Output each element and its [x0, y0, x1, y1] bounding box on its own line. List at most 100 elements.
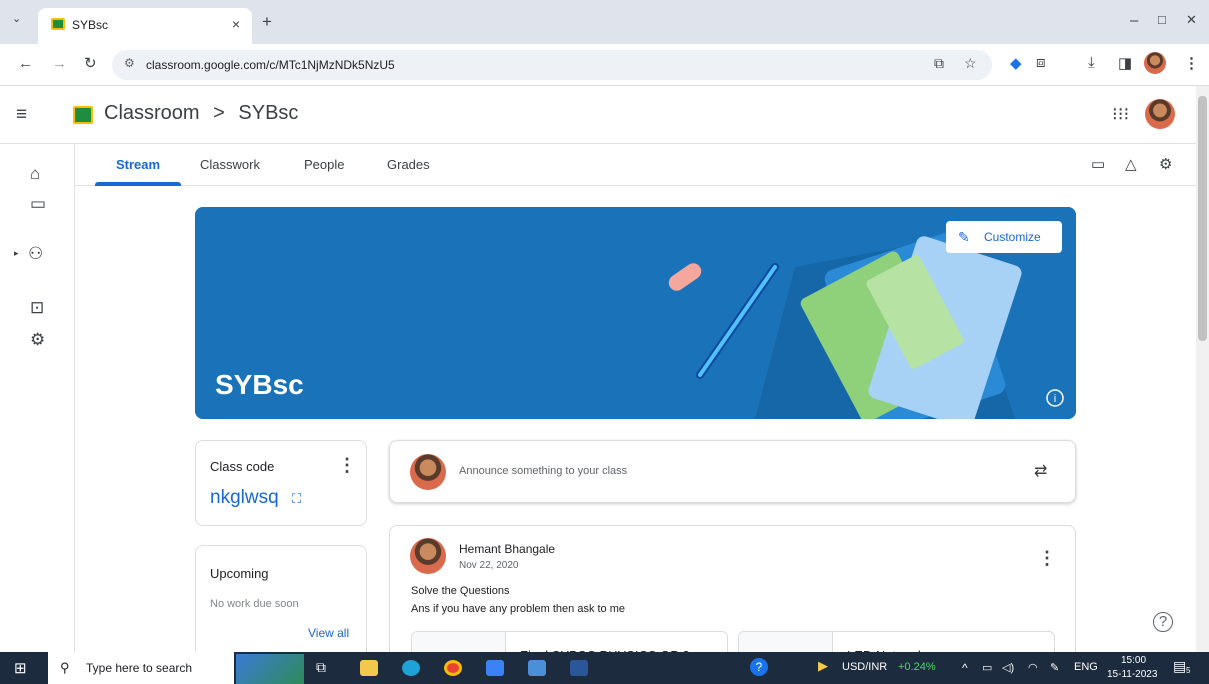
- ticker-label[interactable]: USD/INR: [842, 661, 887, 673]
- search-icon: ⚲: [60, 660, 70, 675]
- help-app-icon[interactable]: ?: [750, 658, 768, 676]
- customize-button[interactable]: ✎ Customize: [946, 221, 1062, 253]
- downloads-icon[interactable]: ⤓: [1088, 54, 1095, 71]
- battery-icon[interactable]: ▭: [982, 661, 992, 674]
- reload-icon[interactable]: ↻: [84, 54, 97, 72]
- post-card: Hemant Bhangale Nov 22, 2020 ⋮ Solve the…: [389, 525, 1076, 667]
- class-banner: i ✎ Customize SYBsc: [195, 207, 1076, 419]
- upcoming-title: Upcoming: [210, 566, 269, 581]
- class-code-label: Class code: [210, 459, 275, 474]
- clock-time[interactable]: 15:00: [1121, 655, 1146, 666]
- breadcrumb: Classroom > SYBsc: [104, 102, 298, 125]
- breadcrumb-classroom[interactable]: Classroom: [104, 102, 200, 124]
- apps-grid-icon[interactable]: ⁝⁝⁝: [1112, 104, 1129, 125]
- edge-icon[interactable]: [402, 660, 420, 676]
- wifi-icon[interactable]: ◠: [1028, 661, 1038, 674]
- address-bar[interactable]: ⚙ classroom.google.com/c/MTc1NjMzNDk5NzU…: [112, 50, 992, 80]
- view-all-link[interactable]: View all: [308, 626, 349, 640]
- post-line-1: Solve the Questions: [411, 585, 510, 597]
- tab-search-chevron-icon[interactable]: ⌄: [12, 12, 21, 25]
- classroom-logo-icon[interactable]: [73, 106, 93, 124]
- repost-icon[interactable]: ⇄: [1034, 461, 1047, 481]
- show-hidden-icons-icon[interactable]: ^: [962, 661, 968, 675]
- post-author-avatar: [410, 538, 446, 574]
- install-app-icon[interactable]: ⧉: [934, 55, 944, 72]
- file-explorer-icon[interactable]: [360, 660, 378, 676]
- maximize-button[interactable]: □: [1158, 12, 1166, 27]
- profile-avatar[interactable]: [1144, 52, 1166, 74]
- announce-avatar: [410, 454, 446, 490]
- pen-icon[interactable]: ✎: [1050, 661, 1059, 674]
- announce-placeholder[interactable]: Announce something to your class: [459, 465, 627, 477]
- breadcrumb-separator: >: [213, 102, 225, 124]
- classroom-favicon-icon: [51, 18, 65, 30]
- word-icon[interactable]: [570, 660, 588, 676]
- expand-arrow-icon[interactable]: ▸: [14, 248, 19, 259]
- site-settings-icon[interactable]: ⚙: [124, 56, 135, 70]
- tab-people[interactable]: People: [304, 157, 344, 172]
- home-icon[interactable]: ⌂: [30, 164, 40, 184]
- enrolled-people-icon[interactable]: ⚇: [28, 244, 43, 264]
- left-navigation-rail: ⌂ ▭ ▸ ⚇ ⊡ ⚙: [0, 144, 75, 652]
- post-menu-icon[interactable]: ⋮: [1038, 548, 1056, 569]
- page-scrollbar[interactable]: [1196, 86, 1209, 652]
- banner-illustration: i: [195, 207, 1076, 419]
- notifications-icon[interactable]: ▤: [1173, 658, 1186, 675]
- side-panel-icon[interactable]: ◨: [1118, 54, 1132, 72]
- google-drive-icon[interactable]: △: [1125, 155, 1137, 173]
- taskbar-search-box[interactable]: ⚲ Type here to search: [48, 652, 234, 684]
- account-avatar[interactable]: [1145, 99, 1175, 129]
- browser-toolbar: ← → ↻ ⚙ classroom.google.com/c/MTc1NjMzN…: [0, 44, 1209, 86]
- volume-icon[interactable]: ◁): [1002, 661, 1014, 674]
- tab-close-icon[interactable]: ×: [232, 16, 240, 32]
- ticker-change: +0.24%: [898, 661, 936, 673]
- fullscreen-code-icon[interactable]: ⛶: [292, 491, 301, 507]
- post-date: Nov 22, 2020: [459, 560, 519, 571]
- task-view-icon[interactable]: ⧉: [316, 659, 326, 676]
- ticker-icon: ▶: [818, 658, 828, 673]
- notification-count: 5: [1186, 666, 1191, 675]
- active-tab-indicator: [95, 182, 181, 186]
- archive-icon[interactable]: ⊡: [30, 298, 44, 318]
- app-icon[interactable]: [528, 660, 546, 676]
- search-highlight-image: [236, 654, 304, 684]
- class-code-card: Class code ⋮ nkglwsq ⛶: [195, 440, 367, 526]
- extension-diamond-icon[interactable]: ◆: [1010, 54, 1022, 72]
- taskbar-search-placeholder: Type here to search: [86, 661, 193, 675]
- google-calendar-icon[interactable]: ▭: [1091, 155, 1105, 173]
- minimize-button[interactable]: –: [1130, 12, 1138, 29]
- breadcrumb-class: SYBsc: [238, 102, 299, 124]
- tab-classwork[interactable]: Classwork: [200, 157, 260, 172]
- class-code-value[interactable]: nkglwsq: [210, 487, 279, 509]
- tab-grades[interactable]: Grades: [387, 157, 430, 172]
- settings-gear-icon[interactable]: ⚙: [30, 330, 45, 350]
- clock-date[interactable]: 15-11-2023: [1107, 669, 1157, 680]
- class-settings-icon[interactable]: ⚙: [1159, 155, 1172, 173]
- forward-arrow-icon[interactable]: →: [52, 55, 67, 72]
- chrome-icon[interactable]: [444, 660, 462, 676]
- bookmark-star-icon[interactable]: ☆: [964, 55, 977, 72]
- browser-tab-sybsc[interactable]: SYBsc ×: [38, 8, 252, 44]
- address-url: classroom.google.com/c/MTc1NjMzNDk5NzU5: [146, 58, 395, 72]
- store-icon[interactable]: [486, 660, 504, 676]
- calendar-icon[interactable]: ▭: [30, 194, 46, 214]
- main-menu-icon[interactable]: ≡: [16, 104, 27, 126]
- new-tab-button[interactable]: +: [262, 12, 272, 32]
- browser-menu-icon[interactable]: ⋮: [1184, 54, 1199, 72]
- announce-card[interactable]: Announce something to your class ⇄: [389, 440, 1076, 503]
- windows-start-icon[interactable]: ⊞: [14, 659, 27, 677]
- language-indicator[interactable]: ENG: [1074, 661, 1098, 673]
- extensions-puzzle-icon[interactable]: ⧈: [1036, 54, 1046, 71]
- class-code-menu-icon[interactable]: ⋮: [338, 455, 356, 476]
- help-icon[interactable]: ?: [1153, 612, 1173, 632]
- window-close-button[interactable]: ✕: [1186, 12, 1197, 28]
- post-line-2: Ans if you have any problem then ask to …: [411, 603, 626, 615]
- back-arrow-icon[interactable]: ←: [18, 55, 33, 72]
- upcoming-empty-text: No work due soon: [210, 598, 299, 610]
- customize-label: Customize: [984, 230, 1041, 244]
- tab-stream[interactable]: Stream: [116, 157, 160, 172]
- windows-taskbar: ⊞ ⚲ Type here to search ⧉ ? ▶ USD/INR +0…: [0, 652, 1209, 684]
- upcoming-card: Upcoming No work due soon View all: [195, 545, 367, 665]
- scrollbar-thumb[interactable]: [1198, 96, 1207, 341]
- post-author: Hemant Bhangale: [459, 542, 556, 556]
